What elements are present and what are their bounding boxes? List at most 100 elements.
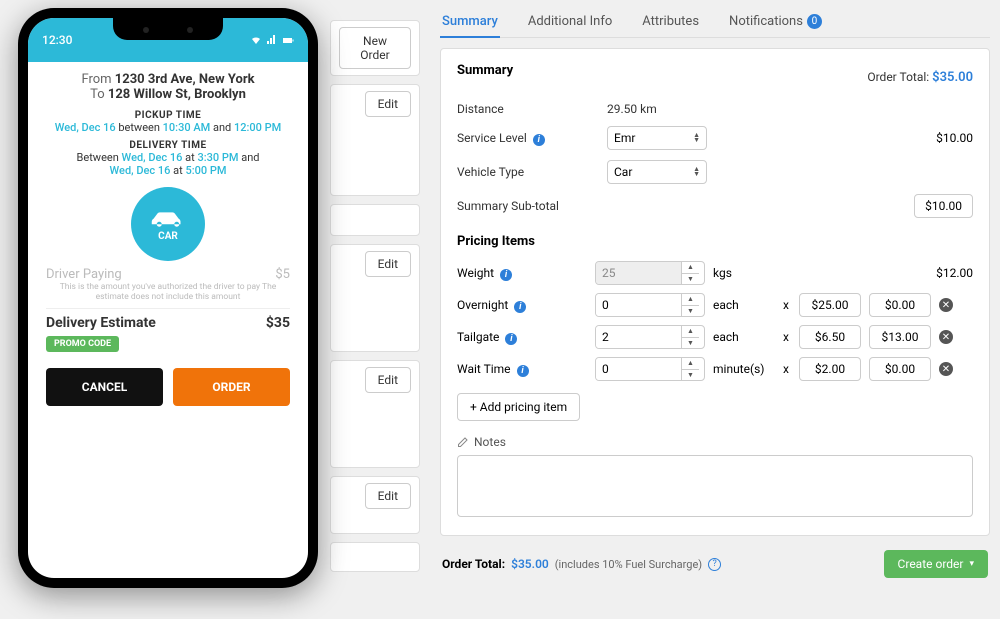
- tabs: Summary Additional Info Attributes Notif…: [440, 8, 990, 38]
- order-button[interactable]: ORDER: [173, 368, 290, 406]
- phone-screen: 12:30 From 1230 3rd Ave, New York To 128…: [28, 18, 308, 578]
- step-up-icon: ▲: [682, 262, 699, 274]
- status-icons: [250, 34, 294, 46]
- tab-additional-info[interactable]: Additional Info: [526, 8, 614, 37]
- overnight-input[interactable]: ▲▼: [595, 293, 705, 317]
- step-down-icon[interactable]: ▼: [682, 338, 699, 349]
- tab-attributes[interactable]: Attributes: [640, 8, 701, 37]
- section-card: Edit: [330, 244, 420, 352]
- tailgate-price: $13.00: [869, 325, 931, 349]
- order-total-value: $35.00: [932, 70, 973, 85]
- sections-column: New Order Edit Edit Edit Edit: [330, 20, 420, 572]
- step-up-icon[interactable]: ▲: [682, 294, 699, 306]
- section-card: Edit: [330, 84, 420, 196]
- step-down-icon[interactable]: ▼: [682, 306, 699, 317]
- phone-notch: [113, 18, 223, 40]
- vehicle-label: CAR: [158, 231, 178, 242]
- summary-heading: Summary: [457, 63, 513, 78]
- notes-section: Notes: [457, 435, 973, 521]
- add-pricing-item-button[interactable]: + Add pricing item: [457, 393, 580, 421]
- info-icon[interactable]: i: [500, 269, 512, 281]
- weight-row: Weight i ▲▼ kgs $12.00: [457, 261, 973, 285]
- section-card: Edit: [330, 476, 420, 534]
- promo-code-button[interactable]: PROMO CODE: [46, 336, 119, 352]
- delivery-time: Between Wed, Dec 16 at 3:30 PM and Wed, …: [46, 151, 290, 177]
- remove-icon[interactable]: ✕: [939, 362, 953, 376]
- service-level-row: Service Level i Emr▲▼ $10.00: [457, 126, 973, 150]
- info-icon[interactable]: i: [505, 333, 517, 345]
- driver-paying-row: Driver Paying$5: [46, 267, 290, 282]
- from-address: From 1230 3rd Ave, New York: [46, 72, 290, 87]
- service-level-price: $10.00: [903, 131, 973, 145]
- section-card: New Order: [330, 20, 420, 76]
- subtotal-row: Summary Sub-total $10.00: [457, 194, 973, 218]
- info-icon[interactable]: i: [533, 134, 545, 146]
- tailgate-row: Tailgate i ▲▼ each x $6.50 $13.00 ✕: [457, 325, 973, 349]
- overnight-rate[interactable]: $25.00: [799, 293, 861, 317]
- tailgate-input[interactable]: ▲▼: [595, 325, 705, 349]
- caret-icon: ▲▼: [693, 133, 700, 143]
- info-icon[interactable]: i: [517, 365, 529, 377]
- service-level-select[interactable]: Emr▲▼: [607, 126, 707, 150]
- overnight-row: Overnight i ▲▼ each x $25.00 $0.00 ✕: [457, 293, 973, 317]
- order-total-label: Order Total:: [867, 70, 932, 84]
- new-order-button[interactable]: New Order: [339, 27, 411, 69]
- step-up-icon[interactable]: ▲: [682, 326, 699, 338]
- step-down-icon[interactable]: ▼: [682, 370, 699, 381]
- wait-time-input[interactable]: ▲▼: [595, 357, 705, 381]
- wait-time-price: $0.00: [869, 357, 931, 381]
- car-icon: [148, 207, 188, 229]
- notes-textarea[interactable]: [457, 455, 973, 517]
- tab-notifications[interactable]: Notifications0: [727, 8, 824, 37]
- tailgate-rate[interactable]: $6.50: [799, 325, 861, 349]
- distance-row: Distance 29.50 km: [457, 102, 973, 116]
- pricing-heading: Pricing Items: [457, 234, 973, 249]
- surcharge-note: (includes 10% Fuel Surcharge): [555, 558, 702, 571]
- footer: Order Total: $35.00 (includes 10% Fuel S…: [440, 546, 990, 582]
- driver-paying-note: This is the amount you've authorized the…: [46, 282, 290, 302]
- weight-price: $12.00: [936, 266, 973, 280]
- help-icon[interactable]: ?: [708, 558, 721, 571]
- wifi-icon: [250, 34, 262, 46]
- clock: 12:30: [42, 33, 72, 47]
- vehicle-type-select[interactable]: Car▲▼: [607, 160, 707, 184]
- delivery-time-label: DELIVERY TIME: [46, 140, 290, 151]
- step-down-icon: ▼: [682, 274, 699, 285]
- vehicle-type-row: Vehicle Type Car▲▼: [457, 160, 973, 184]
- caret-icon: ▲▼: [693, 167, 700, 177]
- section-card: [330, 542, 420, 572]
- section-card: [330, 204, 420, 236]
- edit-button[interactable]: Edit: [365, 483, 411, 509]
- wait-time-row: Wait Time i ▲▼ minute(s) x $2.00 $0.00 ✕: [457, 357, 973, 381]
- weight-input: ▲▼: [595, 261, 705, 285]
- overnight-price: $0.00: [869, 293, 931, 317]
- pickup-time: Wed, Dec 16 between 10:30 AM and 12:00 P…: [46, 121, 290, 134]
- info-icon[interactable]: i: [514, 301, 526, 313]
- section-card: Edit: [330, 360, 420, 468]
- pickup-time-label: PICKUP TIME: [46, 110, 290, 121]
- order-total-value: $35.00: [511, 557, 549, 571]
- wait-time-rate[interactable]: $2.00: [799, 357, 861, 381]
- edit-icon: [457, 436, 469, 448]
- order-summary-panel: From 1230 3rd Ave, New York To 128 Willo…: [28, 62, 308, 418]
- notes-label: Notes: [457, 435, 973, 449]
- delivery-estimate-row: Delivery Estimate$35: [46, 308, 290, 331]
- edit-button[interactable]: Edit: [365, 367, 411, 393]
- battery-icon: [282, 34, 294, 46]
- edit-button[interactable]: Edit: [365, 251, 411, 277]
- order-total-label: Order Total:: [442, 557, 505, 571]
- remove-icon[interactable]: ✕: [939, 298, 953, 312]
- edit-button[interactable]: Edit: [365, 91, 411, 117]
- subtotal-value: $10.00: [914, 194, 973, 218]
- tab-summary[interactable]: Summary: [440, 8, 500, 37]
- summary-card: Summary Order Total: $35.00 Distance 29.…: [440, 48, 990, 536]
- to-address: To 128 Willow St, Brooklyn: [46, 87, 290, 102]
- vehicle-badge: CAR: [131, 187, 205, 261]
- step-up-icon[interactable]: ▲: [682, 358, 699, 370]
- notifications-badge: 0: [807, 14, 822, 29]
- signal-icon: [266, 34, 278, 46]
- create-order-button[interactable]: Create order: [884, 550, 988, 578]
- remove-icon[interactable]: ✕: [939, 330, 953, 344]
- order-details-panel: Summary Additional Info Attributes Notif…: [440, 8, 990, 582]
- cancel-button[interactable]: CANCEL: [46, 368, 163, 406]
